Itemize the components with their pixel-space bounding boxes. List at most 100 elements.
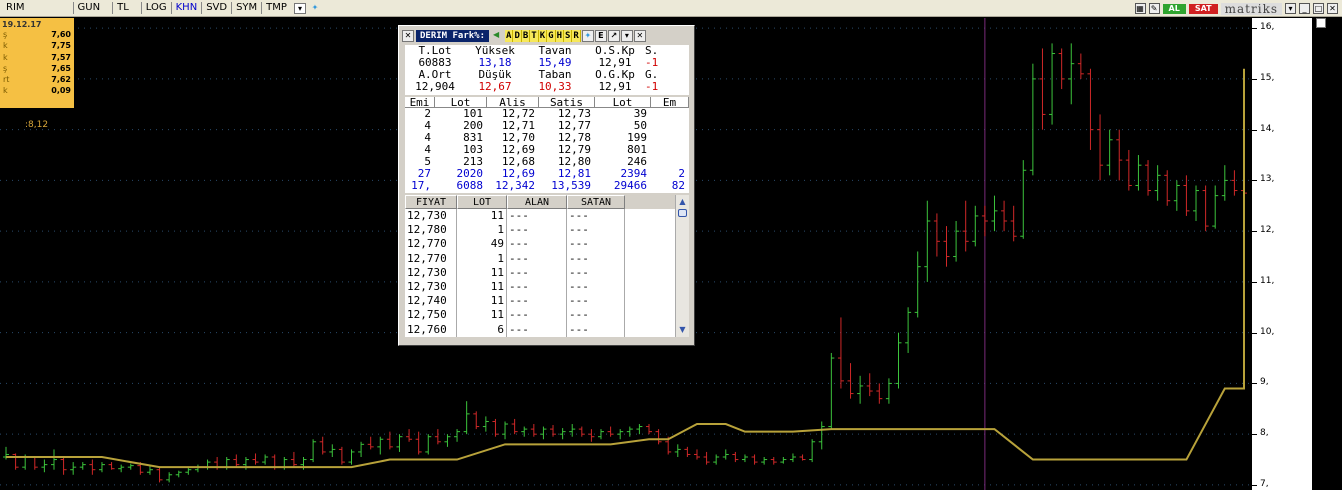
toolbar-item-log[interactable]: LOG xyxy=(140,2,171,14)
trade-cell: 12,770 xyxy=(405,237,457,252)
e-button[interactable]: E xyxy=(594,30,607,42)
trade-cell: 11 xyxy=(457,294,507,309)
ohlc-bar xyxy=(866,373,873,397)
trade-row: 12,770 49 --- --- xyxy=(405,237,689,252)
summary-grid: T.Lot Yüksek Tavan O.S.Kp S. 60883 13,18 15,49 1… xyxy=(405,45,689,95)
ohlc-bar xyxy=(962,200,969,252)
twitter-bird-icon[interactable]: ✦ xyxy=(581,30,594,42)
menu-dropdown-icon[interactable]: ▾ xyxy=(1285,3,1296,14)
letter-button-h[interactable]: H xyxy=(555,30,564,42)
letter-button-d[interactable]: D xyxy=(513,30,522,42)
trade-cell: 1 xyxy=(457,223,507,238)
scroll-up-icon[interactable]: ▲ xyxy=(677,197,688,207)
axis-tick-label: 13, xyxy=(1260,174,1275,185)
close-icon[interactable]: ✕ xyxy=(1327,3,1338,14)
axis-tick-label: 9, xyxy=(1260,377,1269,388)
ohlc-bar xyxy=(1135,155,1142,191)
ohlc-bar xyxy=(185,467,192,475)
ohlc-bar xyxy=(233,454,240,468)
ohlc-bar xyxy=(473,411,480,430)
ohlc-bar xyxy=(521,426,528,437)
ohlc-bar xyxy=(1068,43,1075,105)
toolbar-item-rim[interactable]: RIM xyxy=(0,2,29,14)
trade-cell: 49 xyxy=(457,237,507,252)
ohlc-bar xyxy=(943,226,950,267)
toolbar-item-gun[interactable]: GUN xyxy=(72,2,105,14)
trade-cell: --- xyxy=(507,209,567,224)
ohlc-bar xyxy=(655,429,662,445)
ohlc-bar xyxy=(406,429,413,442)
toolbar-item-sym[interactable]: SYM xyxy=(231,2,261,14)
ohlc-bar xyxy=(895,332,902,389)
trade-cell: --- xyxy=(567,265,625,280)
ohlc-bar xyxy=(684,446,691,458)
axis-tick-mark xyxy=(1252,180,1257,182)
depth-cell xyxy=(651,108,689,120)
grid-icon[interactable]: ▦ xyxy=(1134,3,1146,14)
trade-row: 12,760 6 --- --- xyxy=(405,322,689,337)
corner-square-icon[interactable] xyxy=(1316,18,1326,28)
sell-button[interactable]: SAT xyxy=(1188,3,1218,14)
ohlc-bar xyxy=(454,429,461,442)
toolbar-item-tl[interactable]: TL xyxy=(112,2,133,14)
letter-button-a[interactable]: A xyxy=(505,30,514,42)
ohlc-bar xyxy=(674,444,681,458)
ohlc-bar xyxy=(703,451,710,465)
depth-cell xyxy=(651,120,689,132)
axis-tick-mark xyxy=(1252,281,1257,283)
twitter-bird-icon[interactable]: ✦ xyxy=(309,3,321,14)
letter-button-k[interactable]: K xyxy=(538,30,548,42)
depth-cell: 12,342 xyxy=(495,179,535,192)
depth-cell: 29466 xyxy=(613,179,647,192)
ohlc-bar xyxy=(511,418,518,435)
axis-tick-label: 15, xyxy=(1260,72,1275,83)
summary-cell: 12,904 xyxy=(415,80,455,93)
summary-row: 12,904 12,67 10,33 12,91 -1 xyxy=(405,81,689,93)
trades-body: 12,730 11 --- --- 12,780 1 --- --- 12,770 49 --- --… xyxy=(405,209,689,337)
minimize-icon[interactable]: _ xyxy=(1299,3,1310,14)
panel-x-icon[interactable]: ✕ xyxy=(633,30,646,42)
ohlc-bar xyxy=(857,375,864,404)
dropdown-arrow-icon[interactable]: ▾ xyxy=(293,2,306,14)
pin-icon[interactable]: ✎ xyxy=(1148,3,1160,14)
restore-icon[interactable]: □ xyxy=(1313,3,1324,14)
trade-cell: --- xyxy=(567,223,625,238)
panel-dropdown-icon[interactable]: ▾ xyxy=(620,30,633,42)
letter-button-r[interactable]: R xyxy=(572,30,581,42)
trades-header: FIYAT LOT ALAN SATAN xyxy=(405,195,689,209)
toolbar-item-khn[interactable]: KHN xyxy=(170,2,202,14)
axis-tick-label: 7, xyxy=(1260,478,1269,489)
ohlc-bar xyxy=(1039,48,1046,130)
toolbar-item-svd[interactable]: SVD xyxy=(201,2,231,14)
ohlc-bar xyxy=(1231,170,1238,196)
ohlc-bar xyxy=(598,429,605,440)
trades-header-cell: SATAN xyxy=(567,195,625,209)
toolbar-item-tmp[interactable]: TMP xyxy=(261,2,291,14)
scroll-thumb[interactable] xyxy=(678,209,687,217)
ohlc-bar xyxy=(98,462,105,473)
trade-cell: 11 xyxy=(457,308,507,323)
trade-cell: 11 xyxy=(457,209,507,224)
panel-title: DERIM Fark%: xyxy=(416,30,490,42)
scroll-down-icon[interactable]: ▼ xyxy=(677,325,688,335)
letter-button-g[interactable]: G xyxy=(547,30,556,42)
letter-button-t[interactable]: T xyxy=(530,30,539,42)
panel-close-icon[interactable]: ✕ xyxy=(402,30,414,42)
letter-button-b[interactable]: B xyxy=(521,30,531,42)
ohlc-bar xyxy=(127,463,134,470)
axis-tick-label: 11, xyxy=(1260,275,1275,286)
ohlc-bar xyxy=(358,441,365,458)
ohlc-bar xyxy=(741,454,748,463)
popout-icon[interactable]: ↗ xyxy=(607,30,620,42)
buy-button[interactable]: AL xyxy=(1162,3,1186,14)
depth-cell: 6088 xyxy=(456,179,484,192)
letter-button-s[interactable]: S xyxy=(563,30,573,42)
trade-cell: 12,740 xyxy=(405,294,457,309)
trades-scrollbar[interactable]: ▲ ▼ xyxy=(675,195,689,337)
ohlc-bar xyxy=(905,307,912,353)
ohlc-bar xyxy=(607,426,614,437)
play-left-icon[interactable]: ◀ xyxy=(490,30,502,42)
trades-header-cell: LOT xyxy=(457,195,507,209)
trade-cell: --- xyxy=(507,279,567,295)
panel-titlebar[interactable]: ✕ DERIM Fark%: ◀ ADBTKGHSR ✦ E ↗ ▾ ✕ xyxy=(402,29,691,43)
